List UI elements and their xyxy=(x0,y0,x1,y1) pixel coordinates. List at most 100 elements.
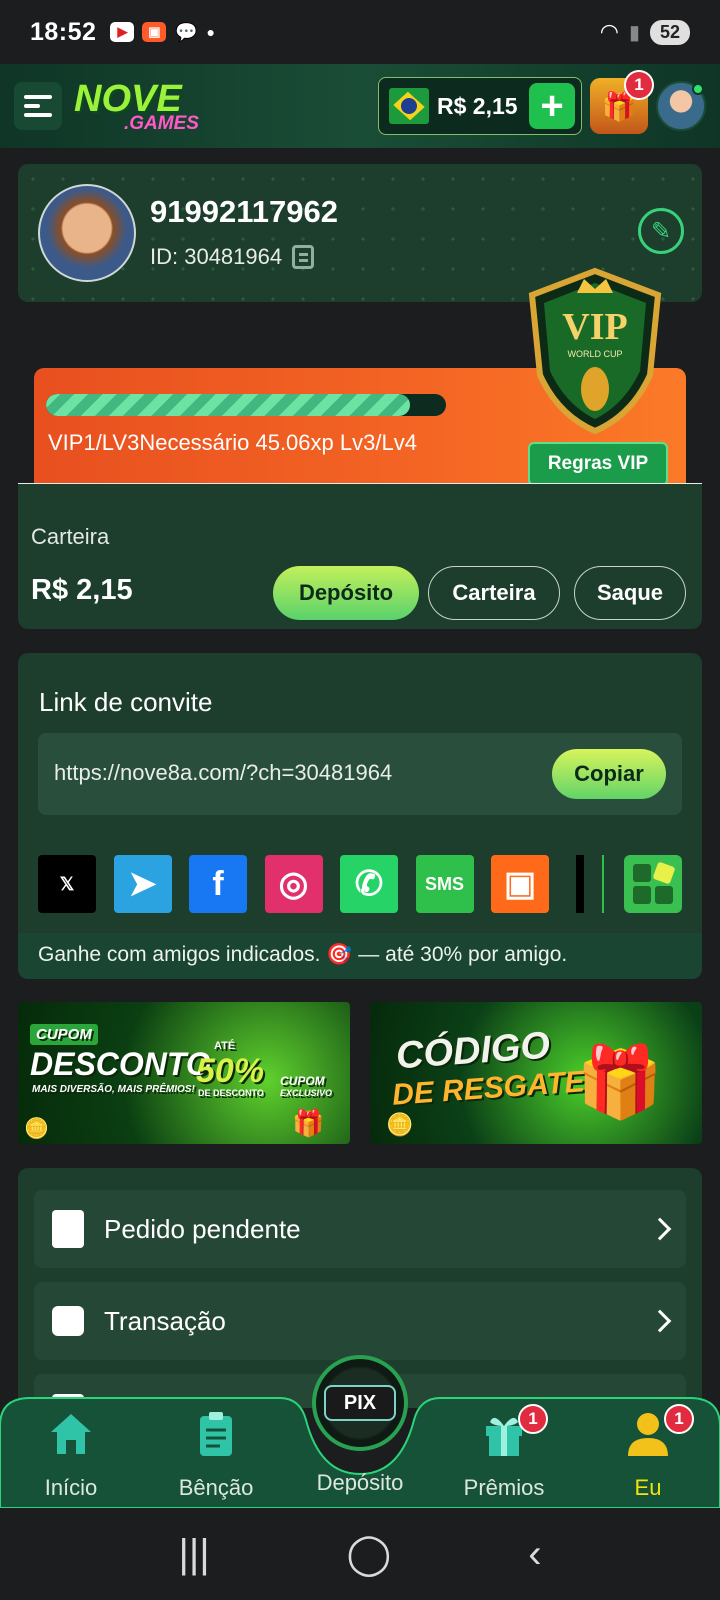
banner-ate: ATÉ xyxy=(214,1040,236,1052)
system-nav-bar: ||| ◯ ‹ xyxy=(0,1508,720,1600)
menu-line xyxy=(24,95,52,99)
x-icon[interactable]: 𝕏 xyxy=(38,855,96,913)
add-funds-button[interactable]: + xyxy=(529,83,575,129)
nav-deposit[interactable]: Depósito xyxy=(300,1410,420,1506)
nav-me[interactable]: Eu 1 xyxy=(588,1404,708,1506)
me-badge: 1 xyxy=(664,1404,694,1434)
deposit-button[interactable]: Depósito xyxy=(273,566,419,620)
logo-main-text: NOVE xyxy=(74,77,182,120)
nav-me-label: Eu xyxy=(634,1475,662,1500)
copy-link-button[interactable]: Copiar xyxy=(552,749,666,799)
chat-icon: 💬 xyxy=(175,21,198,42)
grid-tile xyxy=(652,861,676,885)
kwai-notification-icon: ▣ xyxy=(142,22,167,42)
wallet-icon xyxy=(52,1306,84,1336)
recent-apps-icon[interactable]: ||| xyxy=(178,1532,209,1577)
banner-percent-desc: DE DESCONTO xyxy=(198,1088,264,1098)
banner-exclusivo-label: EXCLUSIVO xyxy=(280,1088,333,1098)
share-row: 𝕏 ➤ f ◎ ✆ SMS ▣ xyxy=(38,855,698,913)
wallet-card: Carteira R$ 2,15 Depósito Carteira Saque xyxy=(18,483,702,629)
invite-link-box: https://nove8a.com/?ch=30481964 Copiar xyxy=(38,733,682,815)
grid-tile xyxy=(633,864,651,882)
profile-id: ID: 30481964 xyxy=(150,244,283,269)
redeem-code-banner[interactable]: CÓDIGO DE RESGATE 🎁 🪙 xyxy=(370,1002,702,1144)
header-avatar[interactable] xyxy=(656,81,706,131)
copy-id-icon[interactable] xyxy=(292,245,315,269)
app-header: NOVE .GAMES R$ 2,15 + 🎁 1 xyxy=(0,64,720,148)
withdraw-button[interactable]: Saque xyxy=(574,566,686,620)
dot-icon: ● xyxy=(206,24,215,40)
nav-prizes[interactable]: Prêmios 1 xyxy=(444,1404,564,1506)
vip-progress-fill xyxy=(46,394,410,416)
menu-item-label: Pedido pendente xyxy=(104,1213,301,1244)
vip-rules-button[interactable]: Regras VIP xyxy=(528,442,668,486)
back-icon[interactable]: ‹ xyxy=(528,1532,541,1577)
banner-percent: 50% xyxy=(196,1052,265,1090)
profile-avatar[interactable] xyxy=(38,184,136,282)
banner-coupon-tag: CUPOM xyxy=(30,1024,98,1045)
whatsapp-icon[interactable]: ✆ xyxy=(340,855,398,913)
kwai-icon[interactable]: ▣ xyxy=(491,855,549,913)
wallet-label: Carteira xyxy=(31,524,110,549)
nav-deposit-label: Depósito xyxy=(316,1470,404,1495)
vip-progress-bar xyxy=(46,394,446,416)
discount-coupon-banner[interactable]: CUPOM DESCONTO MAIS DIVERSÃO, MAIS PRÊMI… xyxy=(18,1002,350,1144)
chevron-right-icon xyxy=(648,1217,672,1241)
header-balance-amount: R$ 2,15 xyxy=(437,92,518,119)
menu-button[interactable] xyxy=(14,82,62,130)
menu-line xyxy=(24,104,40,108)
nav-home[interactable]: Início xyxy=(11,1410,131,1506)
checklist-icon xyxy=(200,1412,232,1456)
invite-footer: Ganhe com amigos indicados. 🎯 — até 30% … xyxy=(18,933,702,979)
nav-home-label: Início xyxy=(44,1475,98,1500)
banner-cupom-label: CUPOM xyxy=(280,1074,325,1088)
rewards-chest-icon[interactable]: 🎁 1 xyxy=(590,70,654,134)
menu-item-pending-order[interactable]: Pedido pendente xyxy=(34,1190,686,1268)
edit-profile-icon[interactable]: ✎ xyxy=(638,208,684,254)
youtube-icon: ▶ xyxy=(110,22,135,42)
status-bar: 18:52 ▶ ▣ 💬 ● ◠ ▮ 52 xyxy=(0,0,720,64)
invite-url[interactable]: https://nove8a.com/?ch=30481964 xyxy=(54,760,392,786)
gift-box-icon: 🎁 xyxy=(292,1108,325,1138)
facebook-icon[interactable]: f xyxy=(189,855,247,913)
instagram-icon[interactable]: ◎ xyxy=(264,855,323,913)
wifi-icon: ◠ xyxy=(599,19,619,44)
wallet-amount: R$ 2,15 xyxy=(31,574,133,606)
nav-deposit-spacer xyxy=(300,1410,420,1458)
banner-discount-title: DESCONTO xyxy=(30,1046,211,1082)
wallet-button[interactable]: Carteira xyxy=(428,566,560,620)
brazil-flag-icon xyxy=(389,88,429,124)
online-indicator xyxy=(692,83,704,95)
vip-status-text: VIP1/LV3Necessário 45.06xp Lv3/Lv4 xyxy=(48,430,417,455)
menu-item-transaction[interactable]: Transação xyxy=(34,1282,686,1360)
mystery-gift-icon: 🎁 xyxy=(576,1043,664,1121)
coin-icon: 🪙 xyxy=(386,1112,414,1137)
battery-indicator: 52 xyxy=(649,19,690,45)
nav-prizes-label: Prêmios xyxy=(463,1475,545,1500)
more-apps-icon[interactable] xyxy=(624,855,682,913)
nav-blessing-label: Bênção xyxy=(178,1475,254,1500)
clipboard-coin-icon xyxy=(52,1210,84,1248)
chevron-right-icon xyxy=(648,1309,672,1333)
invite-card: Link de convite https://nove8a.com/?ch=3… xyxy=(18,653,702,979)
home-circle-icon[interactable]: ◯ xyxy=(347,1531,392,1577)
menu-line xyxy=(24,113,52,117)
vip-shield-icon: VIP WORLD CUP xyxy=(528,267,662,435)
invite-title: Link de convite xyxy=(39,687,213,717)
vip-shield-sub: WORLD CUP xyxy=(567,349,622,359)
sms-icon[interactable]: SMS xyxy=(415,855,474,913)
brand-logo[interactable]: NOVE .GAMES xyxy=(74,80,199,133)
telegram-icon[interactable]: ➤ xyxy=(113,855,172,913)
vip-shield-title: VIP xyxy=(562,306,627,348)
profile-name: 91992117962 xyxy=(150,194,338,229)
status-time: 18:52 xyxy=(30,17,97,46)
menu-item-label: Transação xyxy=(104,1305,226,1336)
profile-id-row: ID: 30481964 xyxy=(150,244,315,270)
share-divider xyxy=(576,855,584,913)
signal-icon: ▮ xyxy=(628,21,640,44)
banner-discount-sub: MAIS DIVERSÃO, MAIS PRÊMIOS! xyxy=(32,1084,195,1095)
rewards-badge: 1 xyxy=(624,70,654,100)
coin-icon: 🪙 xyxy=(24,1118,49,1140)
nav-blessing[interactable]: Bênção xyxy=(156,1410,276,1506)
header-balance[interactable]: R$ 2,15 + xyxy=(378,77,582,135)
